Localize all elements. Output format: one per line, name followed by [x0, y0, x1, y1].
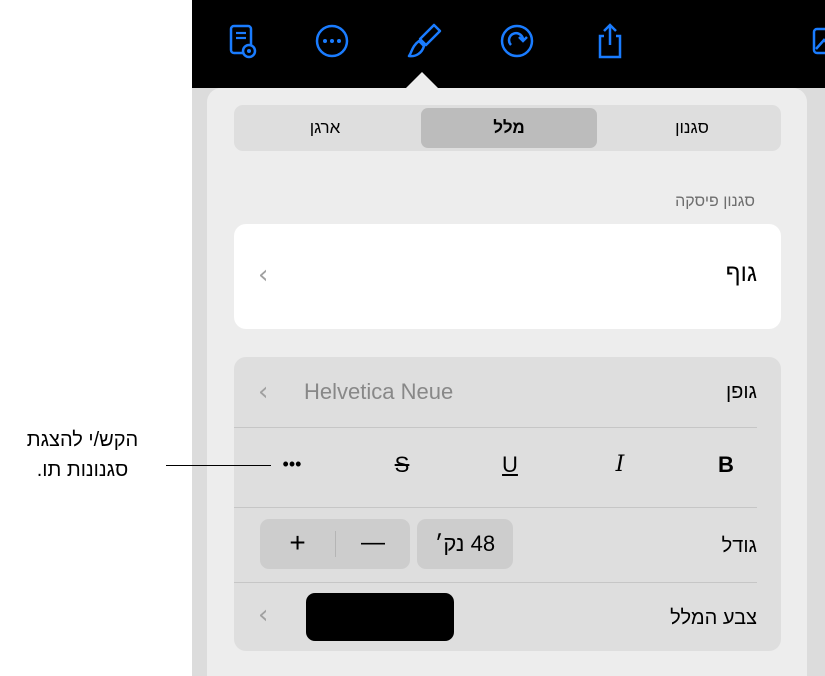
share-icon[interactable]: [590, 21, 630, 61]
underline-button[interactable]: U: [490, 452, 530, 478]
divider: [234, 427, 757, 428]
font-settings-card: גופן ‹ Helvetica Neue B I U S ••• גודל 4…: [234, 357, 781, 651]
paintbrush-icon[interactable]: [404, 21, 444, 61]
size-stepper: + —: [260, 519, 410, 569]
tab-text[interactable]: מלל: [421, 108, 597, 148]
text-color-swatch[interactable]: [306, 593, 454, 641]
more-icon[interactable]: [312, 21, 352, 61]
increase-size-button[interactable]: +: [260, 527, 335, 559]
callout-leader-line: [166, 465, 271, 466]
callout-line-2: סגנונות תו.: [36, 459, 129, 481]
font-label: גופן: [725, 381, 757, 403]
text-color-label: צבע המלל: [670, 607, 757, 629]
italic-button[interactable]: I: [600, 452, 640, 477]
chevron-left-icon: ‹: [258, 260, 269, 290]
paragraph-style-label: סגנון פיסקה: [675, 193, 755, 210]
size-label: גודל: [721, 535, 757, 557]
bold-button[interactable]: B: [706, 452, 746, 478]
media-icon[interactable]: [812, 21, 825, 61]
undo-icon[interactable]: [497, 21, 537, 61]
reader-view-icon[interactable]: [222, 21, 262, 61]
decrease-size-button[interactable]: —: [336, 529, 410, 557]
font-size-value: 48 נק׳: [434, 531, 496, 556]
format-tabs: סגנון מלל ארגן: [234, 105, 781, 151]
strikethrough-button[interactable]: S: [382, 452, 422, 478]
paragraph-style-row[interactable]: גוף ‹: [234, 224, 781, 329]
chevron-left-icon: ‹: [258, 600, 269, 630]
size-value-box: 48 נק׳: [417, 519, 513, 569]
callout-text: הקש/י להצגת סגנונות תו.: [0, 425, 165, 485]
callout-line-1: הקש/י להצגת: [26, 429, 139, 451]
divider: [234, 582, 757, 583]
toolbar: [192, 0, 825, 88]
more-styles-button[interactable]: •••: [272, 454, 312, 475]
tab-arrange[interactable]: ארגן: [237, 108, 413, 148]
paragraph-style-value: גוף: [725, 260, 757, 287]
divider: [234, 507, 757, 508]
popover-pointer: [406, 72, 438, 88]
chevron-left-icon: ‹: [258, 377, 269, 407]
tab-style[interactable]: סגנון: [606, 108, 778, 148]
font-name[interactable]: Helvetica Neue: [304, 379, 453, 405]
